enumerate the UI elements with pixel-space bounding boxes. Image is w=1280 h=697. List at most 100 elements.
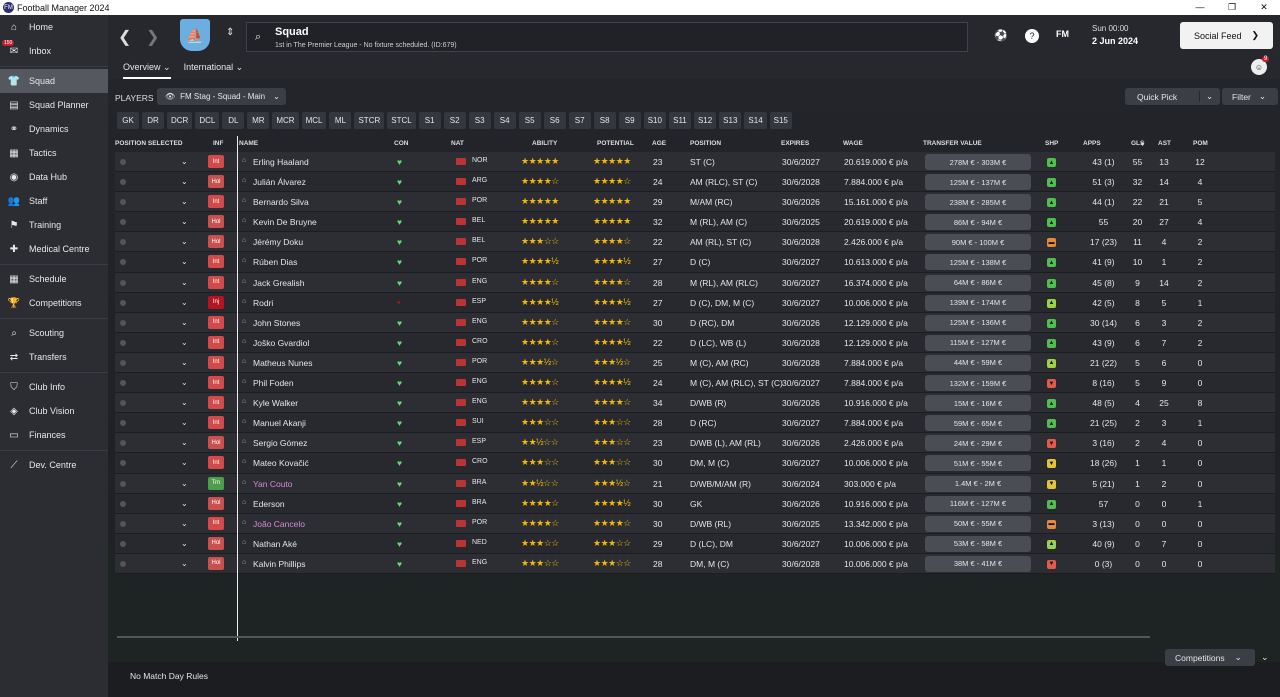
position-button-stcl[interactable]: STCL (387, 112, 416, 129)
table-row[interactable]: ⌄ Int ⌂ Matheus Nunes ♥ POR ★★★½☆ ★★★½☆ 25 M (C),… (115, 352, 1275, 374)
transfer-value[interactable]: 50M € - 55M € (925, 515, 1031, 532)
selection-toggle[interactable] (120, 299, 126, 306)
position-dropdown-icon[interactable]: ⌄ (181, 499, 188, 508)
tab-overview[interactable]: Overview ⌄ (123, 62, 171, 79)
transfer-value[interactable]: 132M € - 159M € (925, 375, 1031, 392)
position-dropdown-icon[interactable]: ⌄ (181, 539, 188, 548)
position-button-s7[interactable]: S7 (568, 112, 591, 129)
position-button-mr[interactable]: MR (247, 112, 270, 129)
nationality[interactable]: POR (472, 257, 487, 264)
position-button-dcl[interactable]: DCL (195, 112, 220, 129)
transfer-value[interactable]: 38M € - 41M € (925, 555, 1031, 572)
selection-toggle[interactable] (120, 219, 126, 226)
player-name[interactable]: Jérémy Doku (253, 237, 303, 247)
selection-toggle[interactable] (120, 259, 126, 266)
maximize-button[interactable]: ❐ (1216, 0, 1248, 15)
sort-icon[interactable]: ▾ (1141, 140, 1144, 148)
selection-toggle[interactable] (120, 540, 126, 547)
table-row[interactable]: ⌄ Int ⌂ Bernardo Silva ♥ POR ★★★★★ ★★★★★ 29 M/AM … (115, 192, 1275, 213)
selection-toggle[interactable] (120, 179, 126, 186)
player-name[interactable]: Ederson (253, 499, 285, 509)
table-row[interactable]: ⌄ Hol ⌂ Julián Álvarez ♥ ARG ★★★★☆ ★★★★☆ 24 AM (R… (115, 172, 1275, 193)
position-button-ml[interactable]: ML (329, 112, 352, 129)
player-pin-icon[interactable]: ⌂ (242, 298, 246, 305)
table-row[interactable]: ⌄ Inj ⌂ Rodri ● ESP ★★★★½ ★★★★½ 27 D (C), DM, M (… (115, 292, 1275, 313)
position-button-dl[interactable]: DL (222, 112, 245, 129)
position-dropdown-icon[interactable]: ⌄ (181, 378, 188, 387)
nationality[interactable]: ENG (472, 378, 487, 385)
nationality[interactable]: ARG (472, 177, 487, 184)
table-row[interactable]: ⌄ Trn ⌂ Yan Couto ♥ BRA ★★½☆☆ ★★★½☆ 21 D/WB/M/AM … (115, 473, 1275, 494)
player-pin-icon[interactable]: ⌂ (242, 318, 246, 325)
player-name[interactable]: Rodri (253, 298, 273, 308)
sidebar-item-transfers[interactable]: ⇄ Transfers (0, 345, 108, 369)
col-transfer-value[interactable]: TRANSFER VALUE (923, 140, 982, 147)
transfer-value[interactable]: 64M € - 86M € (925, 274, 1031, 291)
position-dropdown-icon[interactable]: ⌄ (181, 318, 188, 327)
sidebar-item-club-vision[interactable]: ◈ Club Vision (0, 399, 108, 423)
nationality[interactable]: NOR (472, 157, 488, 164)
help-icon[interactable]: ? (1025, 29, 1039, 43)
position-button-s1[interactable]: S1 (418, 112, 441, 129)
sidebar-item-competitions[interactable]: 🏆 Competitions (0, 291, 108, 315)
player-pin-icon[interactable]: ⌂ (242, 479, 246, 486)
position-button-stcr[interactable]: STCR (354, 112, 385, 129)
col-position[interactable]: POSITION (690, 140, 721, 147)
player-name[interactable]: Kyle Walker (253, 398, 298, 408)
sidebar-item-home[interactable]: ⌂ Home (0, 15, 108, 39)
player-name[interactable]: Matheus Nunes (253, 358, 313, 368)
fm-menu-icon[interactable]: FM (1056, 29, 1069, 39)
table-row[interactable]: ⌄ Int ⌂ Rúben Dias ♥ POR ★★★★½ ★★★★½ 27 D (C) 30/6… (115, 252, 1275, 273)
col-apps[interactable]: APPS (1083, 140, 1101, 147)
player-name[interactable]: Bernardo Silva (253, 197, 309, 207)
position-dropdown-icon[interactable]: ⌄ (181, 479, 188, 488)
col-age[interactable]: AGE (652, 140, 666, 147)
position-button-s9[interactable]: S9 (618, 112, 641, 129)
tab-international[interactable]: International ⌄ (184, 62, 244, 79)
position-button-s6[interactable]: S6 (543, 112, 566, 129)
player-pin-icon[interactable]: ⌂ (242, 378, 246, 385)
col-expires[interactable]: EXPIRES (781, 140, 809, 147)
nationality[interactable]: ESP (472, 298, 486, 305)
sidebar-item-dev-centre[interactable]: ⟋ Dev. Centre (0, 453, 108, 477)
transfer-value[interactable]: 86M € - 94M € (925, 214, 1031, 231)
table-row[interactable]: ⌄ Int ⌂ Manuel Akanji ♥ SUI ★★★☆☆ ★★★☆☆ 28 D (RC)… (115, 413, 1275, 434)
position-button-s12[interactable]: S12 (693, 112, 717, 129)
selection-toggle[interactable] (120, 460, 126, 467)
transfer-value[interactable]: 1.4M € - 2M € (925, 475, 1031, 492)
transfer-value[interactable]: 15M € - 16M € (925, 395, 1031, 412)
transfer-value[interactable]: 125M € - 138M € (925, 254, 1031, 271)
position-button-s4[interactable]: S4 (493, 112, 516, 129)
nationality[interactable]: BRA (472, 479, 486, 486)
player-pin-icon[interactable]: ⌂ (242, 559, 246, 566)
selection-toggle[interactable] (120, 400, 126, 407)
selection-toggle[interactable] (120, 279, 126, 286)
player-pin-icon[interactable]: ⌂ (242, 197, 246, 204)
col-con[interactable]: CON (394, 140, 408, 147)
table-row[interactable]: ⌄ Hol ⌂ Ederson ♥ BRA ★★★★☆ ★★★★½ 30 GK 30/6/2026 1… (115, 493, 1275, 514)
col-inf[interactable]: INF (213, 140, 223, 147)
table-row[interactable]: ⌄ Int ⌂ John Stones ♥ ENG ★★★★☆ ★★★★☆ 30 D (RC), … (115, 312, 1275, 333)
trophy-icon[interactable]: ⚽ (994, 29, 1008, 42)
col-ast[interactable]: AST (1158, 140, 1171, 147)
col-position-selected[interactable]: POSITION SELECTED (115, 140, 183, 147)
position-dropdown-icon[interactable]: ⌄ (181, 257, 188, 266)
sidebar-item-data-hub[interactable]: ◉ Data Hub (0, 165, 108, 189)
transfer-value[interactable]: 51M € - 55M € (925, 455, 1031, 472)
player-name[interactable]: Jack Grealish (253, 278, 305, 288)
position-button-s14[interactable]: S14 (744, 112, 767, 129)
position-button-s15[interactable]: S15 (769, 112, 792, 129)
col-pom[interactable]: POM (1193, 140, 1208, 147)
transfer-value[interactable]: 90M € - 100M € (925, 234, 1031, 251)
selection-toggle[interactable] (120, 520, 126, 527)
position-dropdown-icon[interactable]: ⌄ (181, 177, 188, 186)
selection-toggle[interactable] (120, 560, 126, 567)
nationality[interactable]: BEL (472, 217, 485, 224)
selection-toggle[interactable] (120, 480, 126, 487)
position-dropdown-icon[interactable]: ⌄ (181, 197, 188, 206)
player-name[interactable]: Joško Gvardiol (253, 338, 309, 348)
nationality[interactable]: POR (472, 519, 487, 526)
position-dropdown-icon[interactable]: ⌄ (181, 418, 188, 427)
col-wage[interactable]: WAGE (843, 140, 863, 147)
nationality[interactable]: BRA (472, 499, 486, 506)
